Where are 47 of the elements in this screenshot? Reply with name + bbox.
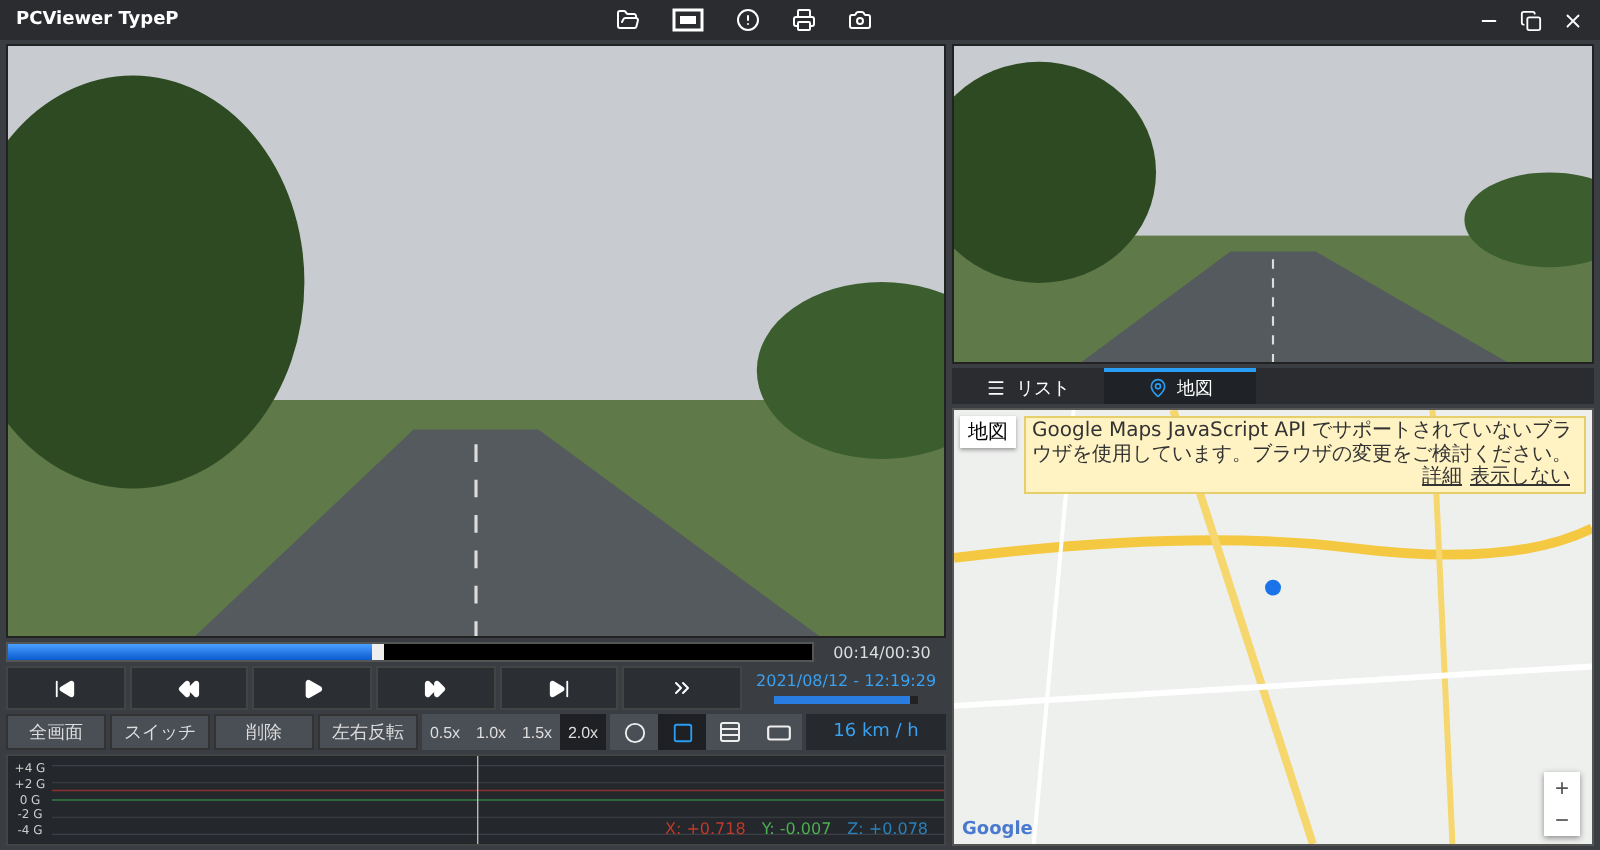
action-button[interactable]: 全画面 bbox=[6, 714, 106, 750]
list-icon bbox=[986, 378, 1006, 398]
play-button[interactable] bbox=[252, 666, 373, 710]
axis-reading: Z: +0.078 bbox=[847, 820, 928, 838]
warning-link[interactable]: 詳細 bbox=[1422, 466, 1462, 489]
axis-reading: Y: -0.007 bbox=[761, 820, 832, 838]
window-title: PCViewer TypeP bbox=[16, 10, 181, 30]
skip-back-icon bbox=[54, 677, 77, 699]
warning-text: Google Maps JavaScript API でサポートされていないブラウザを使用しています。ブラウザの変更をご検討ください。 bbox=[1032, 420, 1575, 465]
sd-card-icon[interactable] bbox=[672, 8, 704, 32]
circle-icon bbox=[623, 721, 645, 743]
speed-button[interactable]: 2.0x bbox=[560, 714, 606, 750]
camera-icon[interactable] bbox=[848, 8, 872, 32]
speed-readout: 16 km / h bbox=[806, 714, 946, 750]
zoom-button[interactable]: + bbox=[1544, 772, 1580, 804]
action-button[interactable]: 削除 bbox=[214, 714, 314, 750]
double-chevron-icon bbox=[670, 676, 695, 700]
progress-track[interactable] bbox=[6, 642, 814, 662]
folder-icon[interactable] bbox=[616, 8, 640, 32]
close-icon[interactable] bbox=[1562, 9, 1584, 31]
fast-forward-icon bbox=[424, 677, 447, 699]
layout-button[interactable] bbox=[658, 714, 706, 750]
rectangle-icon bbox=[671, 721, 693, 743]
action-button[interactable]: スイッチ bbox=[110, 714, 210, 750]
zoom-button[interactable]: − bbox=[1544, 804, 1580, 836]
map-brand-text: Google bbox=[962, 820, 1033, 840]
axis-reading: X: +0.718 bbox=[664, 820, 746, 838]
rows-icon bbox=[718, 720, 742, 744]
map-view[interactable]: 地図 Google Maps JavaScript API でサポートされていないブラウザを使用しています。ブラウザの変更をご検討ください。 詳細 表示しない + − Google bbox=[952, 408, 1594, 846]
wide-rectangle-icon bbox=[765, 719, 791, 745]
fast-forward-button[interactable] bbox=[376, 666, 496, 710]
tab[interactable]: 地図 bbox=[1104, 368, 1256, 404]
rewind-icon bbox=[178, 677, 200, 699]
warning-link[interactable]: 表示しない bbox=[1470, 466, 1570, 489]
rewind-button[interactable] bbox=[129, 666, 249, 710]
action-button[interactable]: 左右反転 bbox=[318, 714, 418, 750]
map-pin-icon bbox=[1147, 378, 1167, 398]
playback-time: 00:14/00:30 bbox=[831, 643, 933, 661]
play-icon bbox=[301, 677, 324, 699]
print-icon[interactable] bbox=[792, 8, 816, 32]
skip-end-button[interactable] bbox=[499, 666, 619, 710]
skip-start-button[interactable] bbox=[6, 666, 126, 710]
alert-icon[interactable] bbox=[736, 8, 760, 32]
restore-icon[interactable] bbox=[1520, 9, 1542, 31]
map-type-label[interactable]: 地図 bbox=[960, 416, 1016, 448]
timestamp: 2021/08/12 - 12:19:29 bbox=[756, 672, 937, 690]
skip-forward-icon bbox=[548, 677, 571, 699]
